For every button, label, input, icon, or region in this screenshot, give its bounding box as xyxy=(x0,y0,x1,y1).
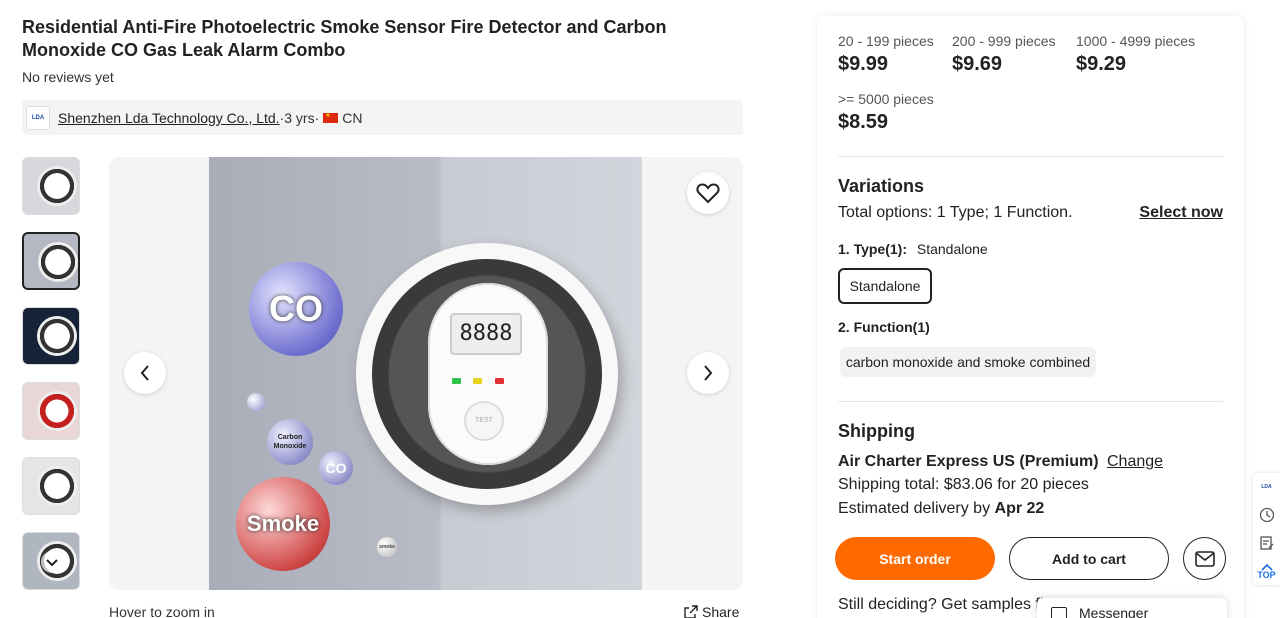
detector-thumb-icon xyxy=(37,316,77,356)
start-order-button[interactable]: Start order xyxy=(835,537,995,580)
detector-thumb-icon xyxy=(37,166,77,206)
chevron-left-icon xyxy=(140,365,149,381)
price-tier: 200 - 999 pieces $9.69 xyxy=(952,33,1056,76)
product-photo: CO Carbon Monoxide CO Smoke smoke 8888 T… xyxy=(209,157,642,590)
led-yellow xyxy=(473,378,483,384)
type-attribute: 1. Type(1): Standalone xyxy=(838,241,988,257)
supplier-bar: LDA Shenzhen Lda Technology Co., Ltd. · … xyxy=(22,100,743,135)
detector-leds xyxy=(452,371,512,389)
estimated-delivery-prefix: Estimated delivery by xyxy=(838,500,995,517)
estimated-delivery-date: Apr 22 xyxy=(994,500,1045,517)
function-attribute: 2. Function(1) xyxy=(838,319,930,335)
thumbnail-3[interactable] xyxy=(22,307,80,365)
heart-icon xyxy=(696,183,720,204)
variations-title: Variations xyxy=(838,176,925,196)
led-green xyxy=(452,378,461,384)
tier-price: $8.59 xyxy=(838,111,889,133)
reviews-count: No reviews yet xyxy=(22,69,114,85)
supplier-logo: LDA xyxy=(26,105,50,130)
select-now-link[interactable]: Select now xyxy=(1139,204,1223,222)
share-button[interactable]: Share xyxy=(684,604,739,618)
share-icon xyxy=(684,605,698,618)
tier-price: $9.29 xyxy=(1076,53,1127,75)
message-icon xyxy=(1051,606,1067,618)
price-tier: 20 - 199 pieces $9.99 xyxy=(838,33,934,76)
thumbnail-6[interactable] xyxy=(22,532,80,590)
co-small-bubble: CO xyxy=(319,451,353,485)
supplier-country: CN xyxy=(342,109,363,126)
thumbnail-4[interactable] xyxy=(22,382,80,440)
tier-price: $9.69 xyxy=(952,53,1003,75)
samples-prompt: Still deciding? Get samples fir xyxy=(838,596,1049,613)
type-label: 1. Type(1): xyxy=(838,241,907,257)
thumbnail-5[interactable] xyxy=(22,457,80,515)
messenger-widget[interactable]: Messenger xyxy=(1037,598,1227,618)
type-option-standalone[interactable]: Standalone xyxy=(838,268,932,304)
clock-icon xyxy=(1259,507,1274,523)
side-feedback-button[interactable] xyxy=(1253,529,1280,557)
tier-price: $9.99 xyxy=(838,53,889,75)
tier-quantity: 200 - 999 pieces xyxy=(952,33,1056,49)
side-supplier-logo[interactable]: LDA xyxy=(1253,473,1280,501)
thumbnail-1[interactable] xyxy=(22,157,80,215)
previous-image-button[interactable] xyxy=(124,352,166,394)
smoke-bubble: Smoke xyxy=(236,477,330,571)
supplier-years: 3 yrs xyxy=(284,109,315,126)
detector-device: 8888 TEST xyxy=(356,243,618,505)
detector-face: 8888 TEST xyxy=(428,283,548,465)
side-toolbar: LDA TOP xyxy=(1253,473,1280,585)
function-option[interactable]: carbon monoxide and smoke combined xyxy=(840,347,1096,377)
tier-quantity: >= 5000 pieces xyxy=(838,91,934,107)
detector-thumb-icon xyxy=(37,466,77,506)
back-to-top-label: TOP xyxy=(1257,570,1276,580)
favorite-button[interactable] xyxy=(687,172,729,214)
supplier-name-link[interactable]: Shenzhen Lda Technology Co., Ltd. xyxy=(58,110,280,126)
tiny-smoke-bubble: smoke xyxy=(377,537,397,557)
shipping-total: Shipping total: $83.06 for 20 pieces xyxy=(838,476,1089,493)
shipping-method-name: Air Charter Express US (Premium) xyxy=(838,453,1099,470)
main-product-image[interactable]: CO Carbon Monoxide CO Smoke smoke 8888 T… xyxy=(109,157,743,590)
led-red xyxy=(494,378,504,384)
zoom-hint: Hover to zoom in xyxy=(109,604,215,618)
estimated-delivery: Estimated delivery by Apr 22 xyxy=(838,500,1044,518)
shipping-title: Shipping xyxy=(838,421,915,441)
purchase-panel: 20 - 199 pieces $9.99 200 - 999 pieces $… xyxy=(817,16,1244,618)
mail-icon xyxy=(1194,550,1215,567)
side-history-button[interactable] xyxy=(1253,501,1280,529)
supplier-separator: · xyxy=(314,109,320,126)
small-bubble xyxy=(247,393,265,411)
share-label: Share xyxy=(702,604,740,618)
messenger-label: Messenger xyxy=(1079,605,1149,618)
co-bubble: CO xyxy=(249,262,343,356)
chevron-right-icon xyxy=(704,365,713,381)
side-logo-text: LDA xyxy=(1261,484,1272,490)
product-title: Residential Anti-Fire Photoelectric Smok… xyxy=(22,17,667,60)
detector-thumb-icon xyxy=(37,391,77,431)
tier-quantity: 20 - 199 pieces xyxy=(838,33,934,49)
feedback-icon xyxy=(1259,536,1273,550)
divider xyxy=(838,401,1223,402)
add-to-cart-button[interactable]: Add to cart xyxy=(1009,537,1169,580)
tier-quantity: 1000 - 4999 pieces xyxy=(1076,33,1196,49)
price-tier: 1000 - 4999 pieces $9.29 xyxy=(1076,33,1195,76)
change-shipping-link[interactable]: Change xyxy=(1107,453,1163,470)
thumbnail-list xyxy=(22,157,80,607)
carbon-monoxide-bubble: Carbon Monoxide xyxy=(267,419,313,465)
detector-test-button: TEST xyxy=(464,401,504,441)
type-value: Standalone xyxy=(916,241,988,257)
next-image-button[interactable] xyxy=(687,352,729,394)
detector-thumb-icon xyxy=(38,242,78,282)
function-label: 2. Function(1) xyxy=(838,319,930,335)
thumbnail-2[interactable] xyxy=(22,232,80,290)
divider xyxy=(838,156,1223,157)
detector-lcd: 8888 xyxy=(450,313,522,355)
contact-supplier-button[interactable] xyxy=(1183,537,1226,580)
back-to-top-button[interactable]: TOP xyxy=(1253,557,1280,585)
total-options: Total options: 1 Type; 1 Function. xyxy=(838,204,1073,221)
chevron-down-icon[interactable] xyxy=(41,551,63,573)
shipping-method: Air Charter Express US (Premium) Change xyxy=(838,453,1163,471)
china-flag-icon xyxy=(323,112,339,123)
price-tier: >= 5000 pieces $8.59 xyxy=(838,91,934,134)
